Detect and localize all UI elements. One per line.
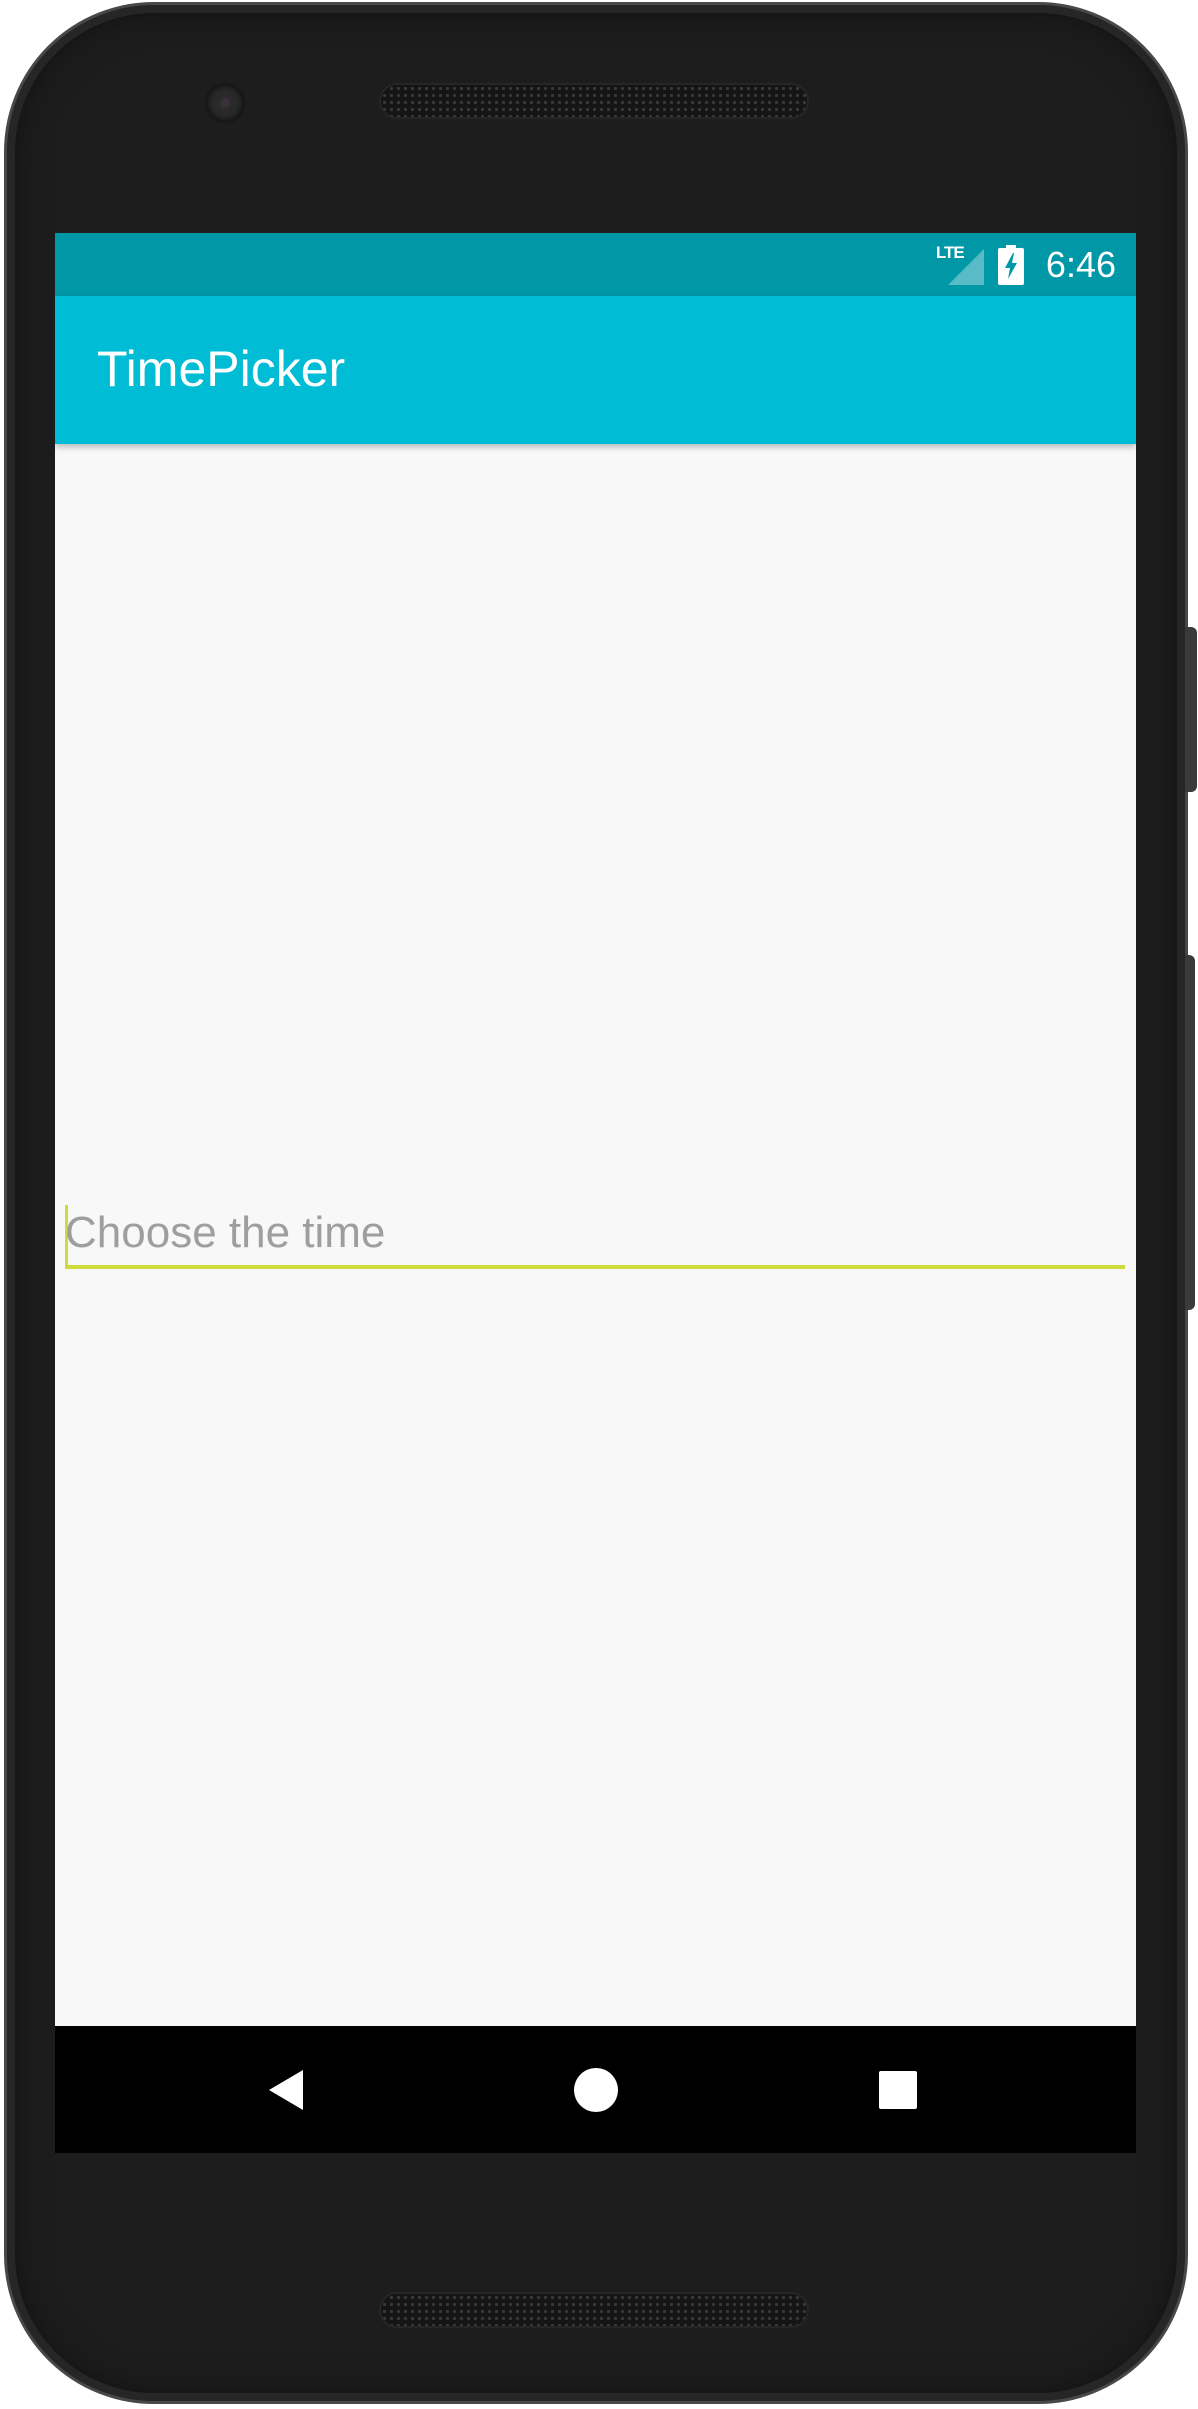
home-icon [574,2067,618,2112]
back-button[interactable] [227,2026,347,2153]
recents-button[interactable] [838,2026,958,2153]
time-field[interactable] [65,1201,1125,1269]
time-input[interactable] [65,1201,1125,1265]
app-bar: TimePicker [55,296,1136,444]
network-type: LTE [935,242,965,262]
volume-button [1185,955,1195,1310]
back-icon [269,2069,303,2110]
status-icons: LTE 6:46 [936,233,1116,296]
home-button[interactable] [536,2026,656,2153]
screen: LTE 6:46 TimePicker [55,233,1136,2153]
lte-signal-icon: LTE [935,242,984,285]
front-camera [204,82,246,124]
status-bar: LTE 6:46 [55,233,1136,296]
status-clock: 6:46 [1045,243,1116,285]
bottom-speaker [379,2292,809,2328]
recents-icon [879,2070,917,2109]
battery-charging-icon [997,244,1024,285]
power-button [1185,627,1197,792]
app-title: TimePicker [97,341,346,397]
navigation-bar [55,2026,1136,2153]
top-speaker [379,83,809,119]
